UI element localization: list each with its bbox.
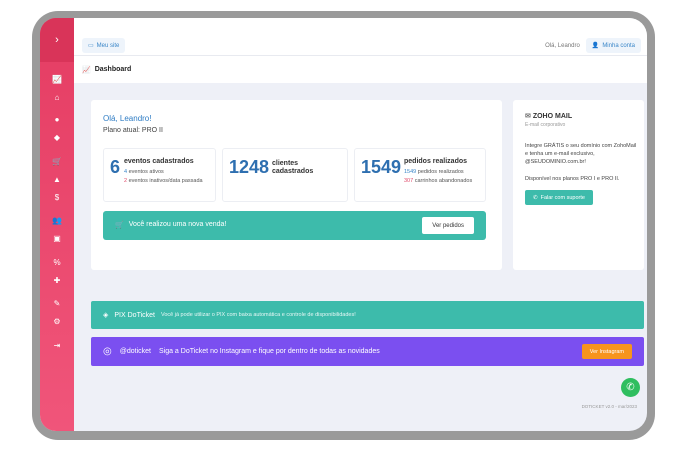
my-site-button[interactable]: ▭ Meu site xyxy=(82,38,126,53)
app-screen: › 📈 ⌂ ● ◆ 🛒 ▲ $ 👥 ▣ % ✚ ✎ ⚙ ⇥ ▭ Meu site… xyxy=(40,18,647,431)
sidebar: › 📈 ⌂ ● ◆ 🛒 ▲ $ 👥 ▣ % ✚ ✎ ⚙ ⇥ xyxy=(40,18,74,431)
stat-number: 6 xyxy=(110,157,121,177)
brush-icon[interactable]: ✎ xyxy=(40,299,74,309)
cart-icon: 🛒 xyxy=(115,222,124,229)
menu-expand-icon[interactable]: › xyxy=(40,18,74,62)
stat-clients: 1248 clientes cadastrados xyxy=(222,148,348,202)
tag-icon[interactable]: ◆ xyxy=(40,133,74,143)
new-sale-alert: 🛒 Você realizou uma nova venda! Ver pedi… xyxy=(103,211,486,240)
breadcrumb: 📈 Dashboard xyxy=(74,56,647,83)
zoho-title: ✉ ZOHO MAIL xyxy=(525,113,573,120)
logout-icon[interactable]: ⇥ xyxy=(40,341,74,351)
puzzle-icon[interactable]: ✚ xyxy=(40,276,74,286)
instagram-handle: @doticket xyxy=(119,348,151,355)
whatsapp-icon: ✆ xyxy=(533,194,538,201)
percent-icon[interactable]: % xyxy=(40,258,74,268)
stat-number: 1248 xyxy=(229,157,270,177)
zoho-availability: Disponível nos planos PRO I e PRO II. xyxy=(525,176,620,182)
users-icon[interactable]: 👥 xyxy=(40,216,74,226)
dashboard-card: Olá, Leandro! Plano atual: PRO II 6 even… xyxy=(91,100,502,270)
pix-banner: ◈ PIX DoTicket Você já pode utilizar o P… xyxy=(91,301,644,329)
current-plan: Plano atual: PRO II xyxy=(103,127,163,134)
monitor-icon: ▭ xyxy=(88,43,94,49)
topbar: ▭ Meu site Olá, Leandro 👤 Minha conta xyxy=(74,18,647,56)
mail-icon: ✉ xyxy=(525,113,531,120)
new-sale-text: Você realizou uma nova venda! xyxy=(128,221,227,228)
settings-icon[interactable]: ⚙ xyxy=(40,317,74,327)
cart-icon[interactable]: 🛒 xyxy=(40,157,74,167)
instagram-text: Siga a DoTicket no Instagram e fique por… xyxy=(158,348,380,355)
whatsapp-icon[interactable]: ✆ xyxy=(621,378,640,397)
zoho-subtitle: E-mail corporativo xyxy=(525,122,566,128)
stat-orders: 1549 pedidos realizados 1549 pedidos rea… xyxy=(354,148,486,202)
footer-version: DOTICKET v2.0 - mar/2023 xyxy=(581,404,637,409)
user-icon: 👤 xyxy=(591,43,600,49)
instagram-banner: ◎ @doticket Siga a DoTicket no Instagram… xyxy=(91,337,644,366)
stat-events: 6 eventos cadastrados 4 eventos ativos 2… xyxy=(103,148,216,202)
clipboard-icon[interactable]: ▣ xyxy=(40,234,74,244)
stat-line: 1549 pedidos realizados xyxy=(404,169,464,175)
instagram-icon: ◎ xyxy=(103,346,112,357)
chart-icon[interactable]: 📈 xyxy=(40,75,74,85)
stat-line: 307 carrinhos abandonados xyxy=(404,178,473,184)
welcome-greeting: Olá, Leandro! xyxy=(103,114,152,123)
page-title: Dashboard xyxy=(94,66,132,73)
contact-support-button[interactable]: ✆ Falar com suporte xyxy=(525,190,593,205)
stat-label: pedidos realizados xyxy=(404,158,468,165)
warning-icon[interactable]: ▲ xyxy=(40,175,74,185)
view-orders-button[interactable]: Ver pedidos xyxy=(422,217,474,234)
stat-number: 1549 xyxy=(361,157,402,177)
user-greeting: Olá, Leandro xyxy=(545,42,580,49)
stat-label: clientes cadastrados xyxy=(272,160,314,175)
stat-line: 4 eventos ativos xyxy=(124,169,164,175)
stat-label: eventos cadastrados xyxy=(124,158,194,165)
dashboard-icon: 📈 xyxy=(82,66,91,74)
zoho-mail-card: ✉ ZOHO MAIL E-mail corporativo Integre G… xyxy=(513,100,644,270)
clock-icon[interactable]: ● xyxy=(40,115,74,125)
zoho-description: Integre GRÁTIS o seu domínio com ZohoMai… xyxy=(525,143,637,165)
pix-description: Você já pode utilizar o PIX com baixa au… xyxy=(160,312,356,318)
home-icon[interactable]: ⌂ xyxy=(40,93,74,103)
stat-line: 2 eventos inativos/data passada xyxy=(124,178,203,184)
view-instagram-button[interactable]: Ver Instagram xyxy=(581,344,632,359)
my-account-button[interactable]: 👤 Minha conta xyxy=(585,38,641,53)
dollar-icon[interactable]: $ xyxy=(40,193,74,203)
user-area: Olá, Leandro 👤 Minha conta xyxy=(545,38,641,53)
pix-title: PIX DoTicket xyxy=(114,311,155,319)
pix-icon: ◈ xyxy=(103,312,109,319)
